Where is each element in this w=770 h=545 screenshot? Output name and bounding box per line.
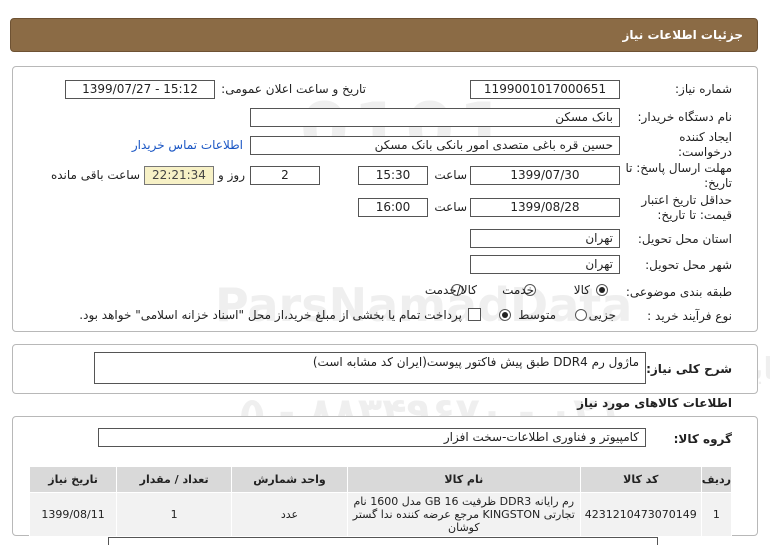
validity-label: حداقل تاریخ اعتبار قیمت: تا تاریخ: <box>641 193 732 222</box>
buyer-contact-link[interactable]: اطلاعات تماس خریدار <box>132 138 243 152</box>
remaining-time-field: 22:21:34 <box>144 166 214 185</box>
category-radio-goods[interactable] <box>596 284 608 296</box>
col-header-date: تاریخ نیاز <box>28 466 118 493</box>
validity-time-label: ساعت <box>434 200 467 214</box>
col-header-unit: واحد شمارش <box>231 466 348 493</box>
validity-time-field: 16:00 <box>358 198 428 217</box>
city-field: تهران <box>470 255 620 274</box>
col-header-code: کد کالا <box>579 466 702 493</box>
process-option-medium: متوسط <box>518 308 556 322</box>
deadline-time-field: 15:30 <box>358 166 428 185</box>
days-label: روز و <box>218 168 245 182</box>
cell-unit: عدد <box>231 492 348 537</box>
col-header-qty: تعداد / مقدار <box>116 466 233 493</box>
deadline-label: مهلت ارسال پاسخ: تا تاریخ: <box>625 161 732 190</box>
cell-code: 4231210473070149 <box>579 492 702 537</box>
cell-date: 1399/08/11 <box>28 492 118 537</box>
category-option-goods-service: کالا/خدمت <box>424 283 477 297</box>
payment-note: پرداخت تمام یا بخشی از مبلغ خرید،از محل … <box>79 308 462 322</box>
cell-qty: 1 <box>116 492 233 537</box>
creator-field: حسین قره باغی متصدی امور بانکی بانک مسکن <box>250 136 620 155</box>
goods-table-header: ردیف کد کالا نام کالا واحد شمارش تعداد /… <box>28 466 733 493</box>
process-option-minor: جزیی <box>588 308 616 322</box>
category-option-goods: کالا <box>573 283 590 297</box>
deadline-date-field: 1399/07/30 <box>470 166 620 185</box>
process-radio-medium[interactable] <box>498 309 511 321</box>
cell-name: رم رایانه DDR3 ظرفیت GB 16 مدل 1600 نام … <box>346 492 581 537</box>
creator-label: ایجاد کننده درخواست: <box>678 130 732 159</box>
goods-group-label: گروه کالا: <box>673 432 732 446</box>
buyer-org-label: نام دستگاه خریدار: <box>637 110 733 124</box>
announce-label: تاریخ و ساعت اعلان عمومی: <box>221 82 366 96</box>
days-field: 2 <box>250 166 320 185</box>
bottom-partial-box <box>108 537 658 545</box>
treasury-checkbox[interactable] <box>468 308 481 321</box>
col-header-name: نام کالا <box>346 466 581 493</box>
goods-group-field: کامپیوتر و فناوری اطلاعات-سخت افزار <box>98 428 646 447</box>
goods-section-title: اطلاعات کالاهای مورد نیاز <box>577 396 732 410</box>
table-row: 1 4231210473070149 رم رایانه DDR3 ظرفیت … <box>28 492 733 537</box>
goods-table-wrap: ردیف کد کالا نام کالا واحد شمارش تعداد /… <box>28 466 733 537</box>
process-label: نوع فرآیند خرید : <box>647 309 732 323</box>
category-option-service: خدمت <box>502 283 534 297</box>
category-label: طبقه بندی موضوعی: <box>625 285 732 299</box>
goods-table: ردیف کد کالا نام کالا واحد شمارش تعداد /… <box>28 466 733 537</box>
cell-row-number: 1 <box>700 492 733 537</box>
description-field: ماژول رم DDR4 طبق پیش فاکتور پیوست(ایران… <box>94 352 646 384</box>
validity-date-field: 1399/08/28 <box>470 198 620 217</box>
page-title: جزئیات اطلاعات نیاز <box>622 28 743 42</box>
province-field: تهران <box>470 229 620 248</box>
need-number-field: 1199001017000651 <box>470 80 620 99</box>
province-label: استان محل تحویل: <box>637 232 732 246</box>
description-label: شرح کلی نیاز: <box>646 362 732 376</box>
city-label: شهر محل تحویل: <box>645 258 732 272</box>
page-header: جزئیات اطلاعات نیاز <box>10 18 758 52</box>
remaining-label: ساعت باقی مانده <box>50 168 140 182</box>
need-number-label: شماره نیاز: <box>675 82 732 96</box>
deadline-time-label: ساعت <box>434 168 467 182</box>
buyer-org-field: بانک مسکن <box>250 108 620 127</box>
col-header-row-number: ردیف <box>700 466 733 493</box>
process-radio-minor[interactable] <box>574 309 587 321</box>
announce-field: 1399/07/27 - 15:12 <box>65 80 215 99</box>
